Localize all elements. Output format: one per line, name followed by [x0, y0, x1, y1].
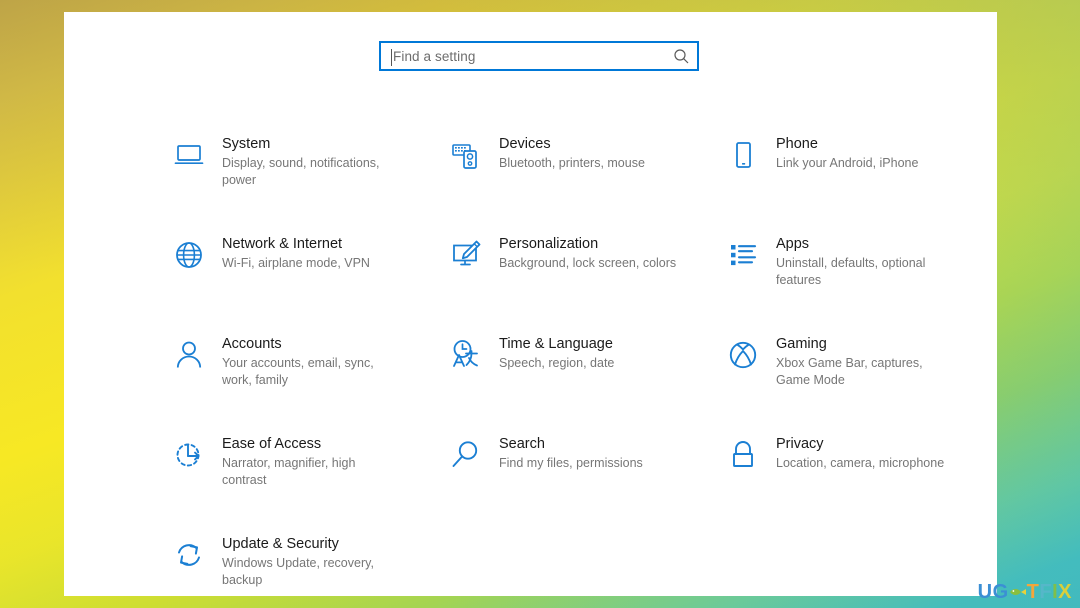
settings-category-time-language[interactable]: Time & Language Speech, region, date: [447, 324, 702, 424]
devices-icon: [447, 136, 485, 174]
lock-icon: [724, 436, 762, 474]
category-title: Ease of Access: [222, 436, 322, 452]
paintbrush-monitor-icon: [447, 236, 485, 274]
settings-category-apps[interactable]: Apps Uninstall, defaults, optional featu…: [724, 224, 979, 324]
search-box[interactable]: [379, 41, 699, 71]
clock-language-icon: [447, 336, 485, 374]
text-caret: [391, 49, 392, 66]
logo-text-x: X: [1058, 581, 1072, 603]
category-subtitle: Narrator, magnifier, high contrast: [222, 456, 356, 487]
category-title: Search: [499, 436, 545, 452]
category-title: System: [222, 136, 271, 152]
category-subtitle: Speech, region, date: [499, 356, 615, 370]
settings-category-accounts[interactable]: Accounts Your accounts, email, sync, wor…: [170, 324, 425, 424]
settings-category-search[interactable]: Search Find my files, permissions: [447, 424, 702, 524]
settings-category-personalization[interactable]: Personalization Background, lock screen,…: [447, 224, 702, 324]
category-subtitle: Your accounts, email, sync, work, family: [222, 356, 374, 387]
category-title: Accounts: [222, 336, 282, 352]
category-subtitle: Find my files, permissions: [499, 456, 643, 470]
settings-category-grid: System Display, sound, notifications, po…: [170, 124, 980, 596]
xbox-icon: [724, 336, 762, 374]
globe-icon: [170, 236, 208, 274]
category-subtitle: Wi-Fi, airplane mode, VPN: [222, 256, 370, 270]
fish-arrow-icon: [1008, 582, 1028, 602]
category-title: Network & Internet: [222, 236, 343, 252]
settings-category-network-internet[interactable]: Network & Internet Wi-Fi, airplane mode,…: [170, 224, 425, 324]
category-title: Gaming: [776, 336, 827, 352]
search-bar[interactable]: [379, 41, 699, 71]
category-subtitle: Xbox Game Bar, captures, Game Mode: [776, 356, 923, 387]
category-subtitle: Location, camera, microphone: [776, 456, 945, 470]
logo-text-f: F: [1039, 581, 1053, 603]
settings-category-devices[interactable]: Devices Bluetooth, printers, mouse: [447, 124, 702, 224]
search-input[interactable]: [381, 43, 697, 69]
gradient-frame: System Display, sound, notifications, po…: [0, 0, 1080, 608]
category-subtitle: Background, lock screen, colors: [499, 256, 677, 270]
category-title: Personalization: [499, 236, 599, 252]
category-title: Apps: [776, 236, 810, 252]
settings-category-system[interactable]: System Display, sound, notifications, po…: [170, 124, 425, 224]
refresh-icon: [170, 536, 208, 574]
ugetfix-watermark: UG T F I X: [978, 582, 1072, 602]
category-subtitle: Display, sound, notifications, power: [222, 156, 380, 187]
phone-icon: [724, 136, 762, 174]
settings-category-phone[interactable]: Phone Link your Android, iPhone: [724, 124, 979, 224]
category-title: Phone: [776, 136, 818, 152]
settings-category-gaming[interactable]: Gaming Xbox Game Bar, captures, Game Mod…: [724, 324, 979, 424]
settings-category-ease-of-access[interactable]: Ease of Access Narrator, magnifier, high…: [170, 424, 425, 524]
category-subtitle: Bluetooth, printers, mouse: [499, 156, 645, 170]
category-title: Time & Language: [499, 336, 613, 352]
list-icon: [724, 236, 762, 274]
settings-window: System Display, sound, notifications, po…: [64, 12, 997, 596]
logo-text-t: T: [1026, 581, 1040, 603]
search-icon[interactable]: [671, 46, 691, 66]
magnifier-icon: [447, 436, 485, 474]
category-title: Privacy: [776, 436, 824, 452]
category-title: Devices: [499, 136, 551, 152]
category-title: Update & Security: [222, 536, 339, 552]
settings-category-privacy[interactable]: Privacy Location, camera, microphone: [724, 424, 979, 524]
ease-of-access-icon: [170, 436, 208, 474]
person-icon: [170, 336, 208, 374]
logo-text-ug: UG: [977, 581, 1009, 603]
laptop-icon: [170, 136, 208, 174]
category-subtitle: Link your Android, iPhone: [776, 156, 919, 170]
category-subtitle: Uninstall, defaults, optional features: [776, 256, 926, 287]
category-subtitle: Windows Update, recovery, backup: [222, 556, 374, 587]
settings-category-update-security[interactable]: Update & Security Windows Update, recove…: [170, 524, 425, 596]
